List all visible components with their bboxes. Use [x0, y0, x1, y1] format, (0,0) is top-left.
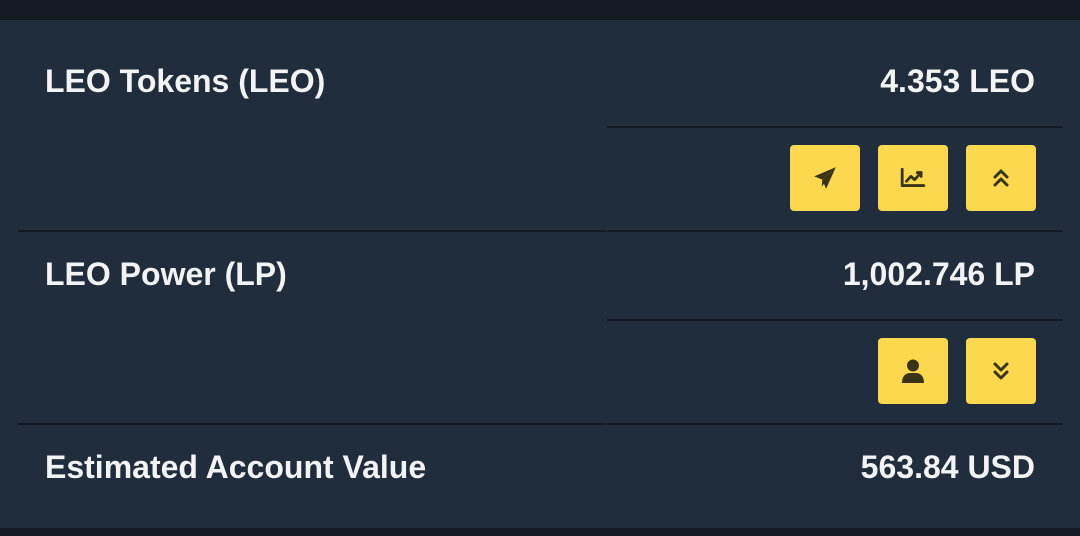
- chart-line-icon: [900, 167, 926, 189]
- account-value-label: Estimated Account Value: [45, 449, 427, 485]
- wallet-balance-panel: LEO Tokens (LEO) 4.353 LEO LEO Power (LP…: [0, 20, 1080, 528]
- divider: [18, 230, 606, 232]
- power-up-button[interactable]: [966, 145, 1036, 211]
- leo-tokens-value[interactable]: 4.353 LEO: [880, 41, 1035, 121]
- account-value-amount: 563.84 USD: [860, 449, 1035, 485]
- bottom-bar: [0, 528, 1080, 536]
- top-bar: [0, 0, 1080, 20]
- leo-power-value[interactable]: 1,002.746 LP: [843, 234, 1035, 314]
- leo-power-row: LEO Power (LP) 1,002.746 LP: [0, 234, 1080, 314]
- leo-tokens-label: LEO Tokens (LEO): [45, 63, 326, 99]
- delegate-button[interactable]: [878, 338, 948, 404]
- chevron-double-up-icon: [992, 167, 1010, 189]
- market-button[interactable]: [878, 145, 948, 211]
- account-value-row: Estimated Account Value 563.84 USD: [0, 427, 1080, 507]
- power-down-button[interactable]: [966, 338, 1036, 404]
- leo-tokens-row: LEO Tokens (LEO) 4.353 LEO: [0, 41, 1080, 121]
- leo-power-label: LEO Power (LP): [45, 256, 287, 292]
- send-button[interactable]: [790, 145, 860, 211]
- paper-plane-icon: [812, 165, 838, 191]
- divider: [18, 423, 606, 425]
- divider: [607, 319, 1063, 321]
- divider: [607, 126, 1063, 128]
- divider: [607, 230, 1063, 232]
- user-icon: [901, 358, 925, 384]
- chevron-double-down-icon: [992, 360, 1010, 382]
- divider: [607, 423, 1063, 425]
